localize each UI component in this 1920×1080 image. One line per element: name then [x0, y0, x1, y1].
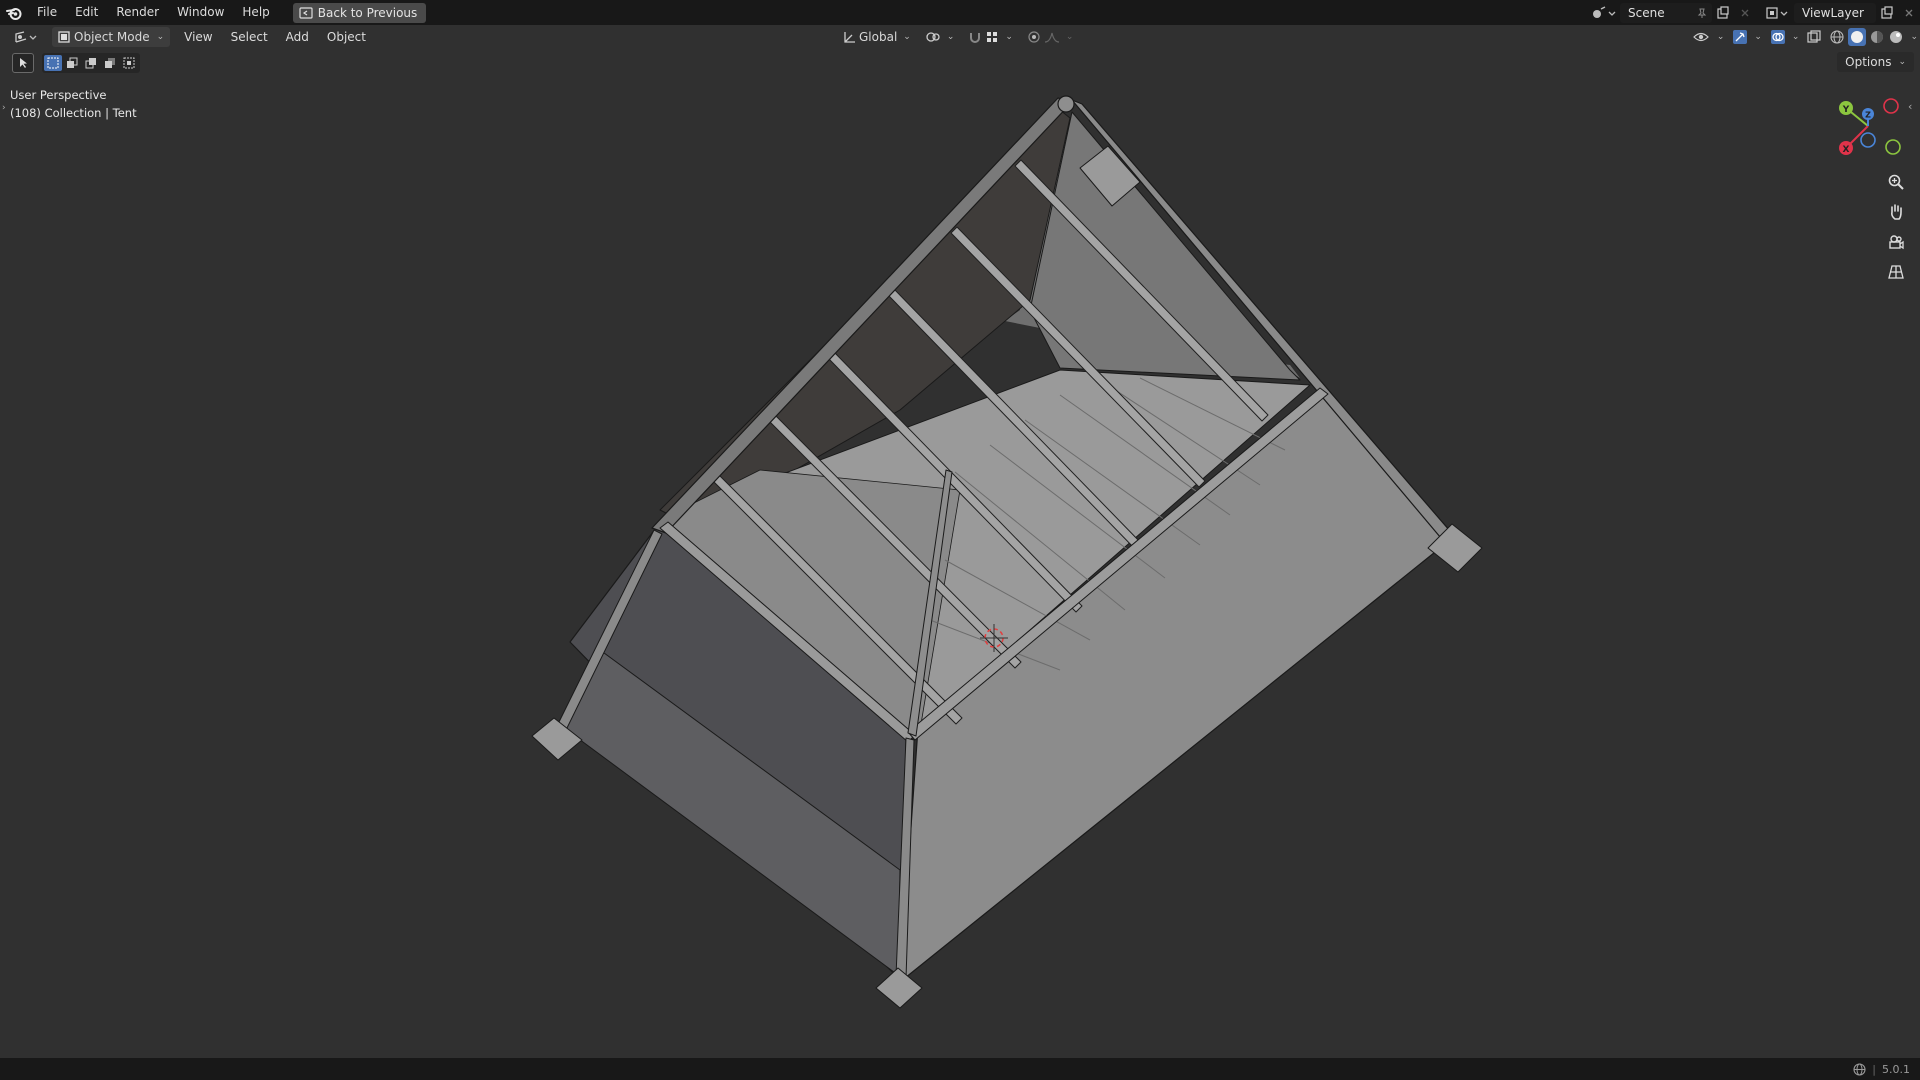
delete-scene-icon[interactable]: [1734, 3, 1756, 23]
visibility-dropdown[interactable]: ⌄: [1689, 27, 1729, 47]
xray-toggle[interactable]: [1803, 27, 1825, 47]
gizmo-toggle[interactable]: ⌄: [1728, 27, 1766, 47]
chevron-down-icon: ⌄: [156, 32, 165, 42]
top-menu-bar: File Edit Render Window Help Back to Pre…: [0, 0, 1920, 25]
menu-window[interactable]: Window: [168, 0, 233, 25]
object-mode-dropdown[interactable]: Object Mode ⌄: [52, 27, 171, 47]
solid-shading-icon[interactable]: [1848, 28, 1867, 46]
version-separator: |: [1872, 1062, 1876, 1076]
tent-model: [531, 95, 1483, 1009]
transform-controls: Global ⌄ ⌄ ⌄ ⌄: [838, 27, 1077, 47]
snapping-controls[interactable]: ⌄: [964, 27, 1017, 47]
chevron-down-icon: ⌄: [1754, 32, 1762, 42]
snap-grid-icon: [987, 32, 998, 42]
viewport-header: Object Mode ⌄ View Select Add Object Glo…: [0, 25, 1920, 49]
version-info: | 5.0.1: [1853, 1061, 1910, 1077]
object-info-label: (108) Collection | Tent: [10, 106, 137, 120]
status-bar: | 5.0.1: [0, 1058, 1920, 1080]
3d-viewport-icon: [15, 31, 37, 43]
menu-object[interactable]: Object: [321, 27, 372, 47]
view-layer-browse-icon[interactable]: [1762, 3, 1794, 23]
shading-modes[interactable]: ⌄: [1825, 27, 1920, 47]
delete-view-layer-icon[interactable]: [1898, 3, 1920, 23]
toolbar-toggle-arrow[interactable]: ›: [2, 103, 8, 113]
menu-help[interactable]: Help: [233, 0, 278, 25]
snap-magnet-icon: [970, 33, 981, 43]
back-screen-icon: [299, 6, 313, 19]
editor-type-selector[interactable]: [8, 27, 46, 47]
navigation-gizmo[interactable]: Y Z X: [1818, 92, 1918, 160]
blender-logo-icon[interactable]: [0, 0, 28, 25]
overlays-icon: [1770, 30, 1785, 44]
axis-neg-x-handle[interactable]: [1883, 98, 1899, 114]
eye-pointer-icon: [1692, 32, 1709, 42]
menu-file[interactable]: File: [28, 0, 66, 25]
view-layer-field[interactable]: ViewLayer: [1794, 2, 1876, 23]
chevron-down-icon: ⌄: [946, 32, 955, 42]
3d-viewport-canvas[interactable]: [0, 49, 1920, 1057]
workspace-right-controls: Scene ViewLayer: [1588, 0, 1920, 25]
tent-foot-center: [875, 967, 923, 1009]
menu-edit[interactable]: Edit: [66, 0, 107, 25]
xray-icon: [1807, 30, 1822, 43]
sidebar-toggle-arrow[interactable]: ‹: [1908, 100, 1918, 114]
axis-neg-y-handle[interactable]: [1885, 139, 1901, 155]
zoom-button[interactable]: [1884, 170, 1908, 194]
hand-pan-icon: [1891, 204, 1902, 220]
tent-apex-joint: [1057, 95, 1075, 113]
chevron-down-icon: ⌄: [1065, 32, 1074, 42]
chevron-down-icon: ⌄: [1791, 32, 1800, 42]
axis-neg-z-handle[interactable]: [1860, 132, 1876, 148]
camera-view-button[interactable]: [1884, 230, 1908, 254]
perspective-label: User Perspective: [10, 88, 107, 102]
viewport-info-overlay: User Perspective (108) Collection | Tent: [10, 86, 137, 122]
falloff-curve-icon: [1044, 32, 1059, 43]
axis-x-label: X: [1843, 145, 1850, 155]
menu-add[interactable]: Add: [280, 27, 315, 47]
menu-view[interactable]: View: [178, 27, 218, 47]
pivot-point-icon: [926, 32, 940, 42]
transform-orientation-label: Global: [859, 30, 898, 44]
gizmo-icon: [1733, 30, 1748, 44]
transform-orientation-dropdown[interactable]: Global ⌄: [838, 27, 915, 47]
chevron-down-icon: ⌄: [903, 32, 911, 42]
chevron-down-icon[interactable]: ⌄: [1910, 32, 1918, 42]
pivot-point-dropdown[interactable]: ⌄: [921, 27, 959, 47]
overlays-toggle[interactable]: ⌄: [1766, 27, 1804, 47]
rendered-shading-icon[interactable]: [1888, 29, 1904, 45]
material-preview-icon[interactable]: [1869, 29, 1885, 45]
scene-name-field[interactable]: Scene: [1620, 2, 1712, 23]
wireframe-shading-icon[interactable]: [1829, 29, 1845, 45]
grid-perspective-icon: [1888, 265, 1904, 279]
view-layer-name: ViewLayer: [1802, 5, 1864, 20]
object-mode-icon: [58, 31, 70, 43]
zoom-icon: [1888, 174, 1904, 190]
tent-roof-inner-right: [1029, 111, 1301, 381]
back-to-previous-label: Back to Previous: [317, 5, 418, 20]
chevron-down-icon: ⌄: [1716, 32, 1725, 42]
perspective-toggle-button[interactable]: [1884, 260, 1908, 284]
globe-icon: [1853, 1062, 1866, 1076]
scene-browse-icon[interactable]: [1588, 3, 1620, 23]
camera-icon: [1889, 235, 1904, 250]
viewport-display-controls: ⌄ ⌄ ⌄ ⌄: [1689, 27, 1920, 47]
proportional-edit-icon: [1028, 31, 1040, 43]
axis-z-label: Z: [1865, 111, 1871, 120]
object-mode-label: Object Mode: [74, 30, 150, 44]
scene-name: Scene: [1628, 5, 1665, 20]
menu-select[interactable]: Select: [225, 27, 274, 47]
new-view-layer-icon[interactable]: [1876, 3, 1898, 23]
global-axes-icon: [844, 32, 855, 43]
menu-render[interactable]: Render: [107, 0, 168, 25]
chevron-down-icon: ⌄: [1005, 32, 1013, 42]
proportional-editing-controls[interactable]: ⌄: [1023, 27, 1078, 47]
pin-icon[interactable]: [1696, 7, 1708, 19]
new-scene-icon[interactable]: [1712, 3, 1734, 23]
version-label: 5.0.1: [1882, 1062, 1910, 1076]
axis-y-label: Y: [1842, 105, 1850, 115]
back-to-previous-button[interactable]: Back to Previous: [292, 2, 427, 23]
pan-button[interactable]: [1884, 200, 1908, 224]
